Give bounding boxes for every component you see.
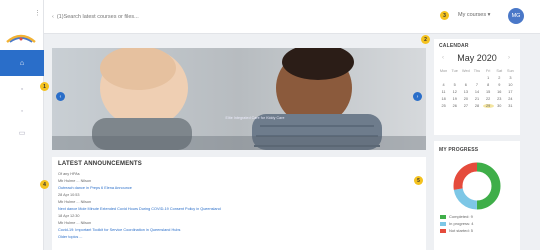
carousel-next-button[interactable]: › (413, 92, 422, 101)
calendar-empty-cell (460, 76, 471, 80)
user-avatar[interactable]: MG (508, 8, 524, 24)
search-bar[interactable]: ‹ (52, 10, 272, 24)
legend-item: In progress: 4 (440, 221, 473, 226)
legend-label: Not started: 5 (449, 228, 474, 233)
calendar-day-name: Tue (451, 69, 458, 73)
calendar-day[interactable]: 8 (483, 83, 494, 87)
chart-icon: ◦ (20, 107, 24, 115)
calendar-day-name: Thu (473, 69, 481, 73)
calendar-day[interactable]: 18 (438, 97, 449, 101)
calendar-day[interactable]: 1 (483, 76, 494, 80)
sidebar: ⋮ ⌂ ▫ ◦ ▭ (0, 0, 44, 250)
calendar-day[interactable]: 19 (449, 97, 460, 101)
announcement-line: 28 Apr 10:53 (58, 193, 80, 197)
announcements-panel: LATEST ANNOUNCEMENTS Of any HPAs Mb Hulm… (52, 157, 426, 250)
topbar: ‹ 3 My courses ▾ MG (44, 0, 540, 34)
progress-panel: MY PROGRESS Completed: 9 In progress: 4 No… (434, 141, 520, 250)
search-input[interactable] (56, 14, 257, 20)
announcement-line: Mb Hulme ... Nilson (58, 200, 92, 204)
progress-title: MY PROGRESS (439, 147, 479, 153)
calendar-day[interactable]: 23 (494, 97, 505, 101)
calendar-day[interactable]: 22 (483, 97, 494, 101)
announcement-link[interactable]: Outreach dance in Preps 6 Elena Announce (58, 186, 132, 190)
legend-swatch (440, 214, 446, 219)
calendar-day[interactable]: 2 (494, 76, 505, 80)
calendar-empty-cell (449, 76, 460, 80)
hero-carousel: ‹ › Elite Integrated Care for Kiddy Care (52, 48, 426, 150)
hero-image (52, 48, 426, 150)
calendar-day[interactable]: 13 (460, 90, 471, 94)
sidebar-item-home[interactable]: ⌂ (0, 50, 44, 76)
home-icon: ⌂ (19, 59, 25, 67)
my-courses-dropdown[interactable]: My courses ▾ (458, 12, 490, 18)
calendar-day[interactable]: 29 (482, 104, 494, 108)
calendar-day[interactable]: 14 (471, 90, 482, 94)
calendar-day-name: Sun (507, 69, 514, 73)
calendar-day[interactable]: 6 (460, 83, 471, 87)
calendar-day[interactable]: 12 (449, 90, 460, 94)
calendar-day-name: Fri (485, 69, 491, 73)
calendar-title: CALENDAR (439, 43, 469, 49)
calendar-day[interactable]: 11 (438, 90, 449, 94)
calendar-day[interactable]: 15 (483, 90, 494, 94)
calendar-day[interactable]: 5 (449, 83, 460, 87)
tour-marker-2: 2 (421, 35, 430, 44)
dashboard: ⋮ ⌂ ▫ ◦ ▭ ‹ 3 My courses ▾ MG (0, 0, 540, 250)
calendar-day[interactable]: 17 (505, 90, 516, 94)
legend-label: In progress: 4 (449, 221, 474, 226)
back-icon[interactable]: ‹ (52, 14, 54, 20)
legend-item: Not started: 5 (440, 228, 473, 233)
document-icon: ▭ (18, 130, 26, 137)
announcements-title: LATEST ANNOUNCEMENTS (58, 161, 142, 167)
calendar-day[interactable]: 16 (494, 90, 505, 94)
calendar-day[interactable]: 3 (505, 76, 516, 80)
calendar-day[interactable]: 21 (471, 97, 482, 101)
announcement-link[interactable]: Covid-19: Important Toolkit for Service … (58, 228, 180, 232)
calendar-day[interactable]: 9 (494, 83, 505, 87)
calendar-day-name: Mon (439, 69, 448, 73)
calendar-grid: Mon Tue Wed Thu Fri Sat Sun 1 2 3 4 5 6 7 8 9 10 11 12 13 14… (438, 69, 516, 108)
calendar-day[interactable]: 24 (505, 97, 516, 101)
hero-caption: Elite Integrated Care for Kiddy Care (225, 116, 285, 120)
calendar-day[interactable]: 20 (460, 97, 471, 101)
sidebar-item-documents[interactable]: ▭ (0, 120, 44, 146)
calendar-day[interactable]: 10 (505, 83, 516, 87)
announcement-line: Of any HPAs (58, 172, 80, 176)
calendar-day[interactable]: 28 (471, 104, 482, 108)
calendar-day[interactable]: 4 (438, 83, 449, 87)
calendar-day[interactable]: 31 (505, 104, 516, 108)
legend-label: Completed: 9 (449, 214, 473, 219)
calendar-day-name: Sat (496, 69, 503, 73)
announcement-line: Mb Hulme ... Nilson (58, 221, 92, 225)
calendar-empty-cell (471, 76, 482, 80)
calendar-panel: CALENDAR ‹ May 2020 › Mon Tue Wed Thu Fri Sat… (434, 39, 520, 135)
calendar-day[interactable]: 27 (460, 104, 471, 108)
carousel-prev-button[interactable]: ‹ (56, 92, 65, 101)
menu-dots-icon[interactable]: ⋮ (34, 10, 41, 17)
announcement-line: 18 Apr 12:30 (58, 214, 80, 218)
calendar-icon: ▫ (20, 85, 24, 93)
calendar-day[interactable]: 26 (449, 104, 460, 108)
tour-marker-5: 5 (414, 176, 423, 185)
progress-donut (453, 162, 501, 210)
calendar-empty-cell (438, 76, 449, 80)
announcement-line: Mb Hulme ... Nilson (58, 179, 92, 183)
tour-marker-1: 1 (40, 82, 49, 91)
calendar-day[interactable]: 7 (471, 83, 482, 87)
calendar-day-name: Wed (461, 69, 470, 73)
tour-marker-4: 4 (40, 180, 49, 189)
calendar-day[interactable]: 25 (438, 104, 449, 108)
tour-marker-3: 3 (440, 11, 449, 20)
app-logo[interactable] (5, 30, 37, 46)
legend-item: Completed: 9 (440, 214, 473, 219)
older-topics-link[interactable]: Older topics ... (58, 235, 82, 239)
calendar-day[interactable]: 30 (494, 104, 505, 108)
legend-swatch (440, 228, 446, 233)
legend-swatch (440, 221, 446, 226)
calendar-next-button[interactable]: › (508, 55, 510, 61)
announcement-link[interactable]: Next dance Mole Minute Extended Covid Ho… (58, 207, 221, 211)
progress-legend: Completed: 9 In progress: 4 Not started: 5 (440, 214, 473, 235)
